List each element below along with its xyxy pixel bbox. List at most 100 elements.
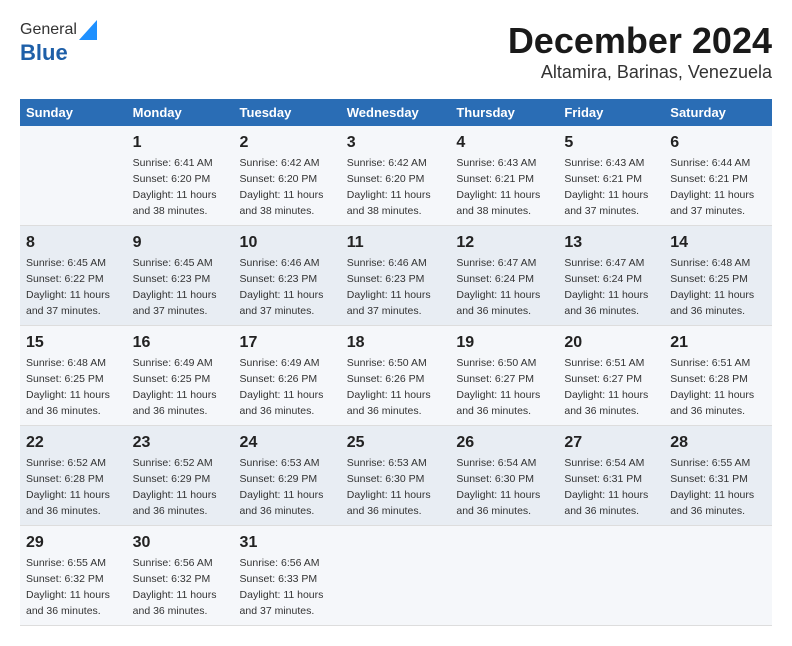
day-number: 17: [240, 331, 335, 354]
calendar-day-cell: 12 Sunrise: 6:47 AMSunset: 6:24 PMDayligh…: [450, 225, 558, 325]
calendar-day-cell: 3 Sunrise: 6:42 AMSunset: 6:20 PMDaylight…: [341, 126, 451, 225]
day-info: Sunrise: 6:49 AMSunset: 6:26 PMDaylight:…: [240, 357, 324, 417]
day-number: 13: [564, 231, 658, 254]
calendar-week-row: 8Sunrise: 6:45 AMSunset: 6:22 PMDaylight…: [20, 225, 772, 325]
day-info: Sunrise: 6:41 AMSunset: 6:20 PMDaylight:…: [133, 157, 217, 217]
header-friday: Friday: [558, 99, 664, 126]
day-info: Sunrise: 6:54 AMSunset: 6:31 PMDaylight:…: [564, 457, 648, 517]
day-info: Sunrise: 6:45 AMSunset: 6:22 PMDaylight:…: [26, 257, 110, 317]
day-info: Sunrise: 6:46 AMSunset: 6:23 PMDaylight:…: [240, 257, 324, 317]
day-number: 3: [347, 131, 445, 154]
day-info: Sunrise: 6:42 AMSunset: 6:20 PMDaylight:…: [347, 157, 431, 217]
calendar-header-row: Sunday Monday Tuesday Wednesday Thursday…: [20, 99, 772, 126]
calendar-day-cell: 4 Sunrise: 6:43 AMSunset: 6:21 PMDaylight…: [450, 126, 558, 225]
day-number: 28: [670, 431, 766, 454]
calendar-day-cell: 9 Sunrise: 6:45 AMSunset: 6:23 PMDaylight…: [127, 225, 234, 325]
calendar-day-cell: 23 Sunrise: 6:52 AMSunset: 6:29 PMDayligh…: [127, 425, 234, 525]
day-number: 5: [564, 131, 658, 154]
calendar-week-row: 15Sunrise: 6:48 AMSunset: 6:25 PMDayligh…: [20, 325, 772, 425]
day-number: 25: [347, 431, 445, 454]
day-info: Sunrise: 6:43 AMSunset: 6:21 PMDaylight:…: [564, 157, 648, 217]
calendar-day-cell: [558, 525, 664, 625]
day-number: 31: [240, 531, 335, 554]
calendar-day-cell: 14 Sunrise: 6:48 AMSunset: 6:25 PMDayligh…: [664, 225, 772, 325]
calendar-day-cell: 15Sunrise: 6:48 AMSunset: 6:25 PMDayligh…: [20, 325, 127, 425]
calendar-table: Sunday Monday Tuesday Wednesday Thursday…: [20, 99, 772, 626]
calendar-day-cell: 25Sunrise: 6:53 AMSunset: 6:30 PMDayligh…: [341, 425, 451, 525]
calendar-week-row: 29Sunrise: 6:55 AMSunset: 6:32 PMDayligh…: [20, 525, 772, 625]
calendar-day-cell: 20 Sunrise: 6:51 AMSunset: 6:27 PMDayligh…: [558, 325, 664, 425]
title-block: December 2024 Altamira, Barinas, Venezue…: [508, 20, 772, 83]
day-number: 27: [564, 431, 658, 454]
day-info: Sunrise: 6:55 AMSunset: 6:31 PMDaylight:…: [670, 457, 754, 517]
day-number: 20: [564, 331, 658, 354]
calendar-day-cell: 17 Sunrise: 6:49 AMSunset: 6:26 PMDayligh…: [234, 325, 341, 425]
day-info: Sunrise: 6:56 AMSunset: 6:33 PMDaylight:…: [240, 557, 324, 617]
calendar-day-cell: 31 Sunrise: 6:56 AMSunset: 6:33 PMDayligh…: [234, 525, 341, 625]
day-number: 23: [133, 431, 228, 454]
day-info: Sunrise: 6:55 AMSunset: 6:32 PMDaylight:…: [26, 557, 110, 617]
day-info: Sunrise: 6:47 AMSunset: 6:24 PMDaylight:…: [564, 257, 648, 317]
calendar-day-cell: 26Sunrise: 6:54 AMSunset: 6:30 PMDayligh…: [450, 425, 558, 525]
day-info: Sunrise: 6:54 AMSunset: 6:30 PMDaylight:…: [456, 457, 540, 517]
day-info: Sunrise: 6:50 AMSunset: 6:26 PMDaylight:…: [347, 357, 431, 417]
day-info: Sunrise: 6:42 AMSunset: 6:20 PMDaylight:…: [240, 157, 324, 217]
calendar-day-cell: 13 Sunrise: 6:47 AMSunset: 6:24 PMDayligh…: [558, 225, 664, 325]
day-info: Sunrise: 6:49 AMSunset: 6:25 PMDaylight:…: [133, 357, 217, 417]
header-sunday: Sunday: [20, 99, 127, 126]
day-number: 10: [240, 231, 335, 254]
day-number: 11: [347, 231, 445, 254]
header-thursday: Thursday: [450, 99, 558, 126]
calendar-day-cell: 11 Sunrise: 6:46 AMSunset: 6:23 PMDayligh…: [341, 225, 451, 325]
calendar-day-cell: 24 Sunrise: 6:53 AMSunset: 6:29 PMDayligh…: [234, 425, 341, 525]
day-number: 14: [670, 231, 766, 254]
calendar-day-cell: 5 Sunrise: 6:43 AMSunset: 6:21 PMDaylight…: [558, 126, 664, 225]
day-number: 6: [670, 131, 766, 154]
calendar-week-row: 22Sunrise: 6:52 AMSunset: 6:28 PMDayligh…: [20, 425, 772, 525]
day-info: Sunrise: 6:50 AMSunset: 6:27 PMDaylight:…: [456, 357, 540, 417]
day-number: 12: [456, 231, 552, 254]
calendar-day-cell: [20, 126, 127, 225]
logo-triangle-icon: [79, 20, 97, 40]
day-info: Sunrise: 6:52 AMSunset: 6:29 PMDaylight:…: [133, 457, 217, 517]
logo-blue-text: Blue: [20, 40, 68, 66]
calendar-day-cell: 6Sunrise: 6:44 AMSunset: 6:21 PMDaylight…: [664, 126, 772, 225]
day-info: Sunrise: 6:53 AMSunset: 6:29 PMDaylight:…: [240, 457, 324, 517]
day-info: Sunrise: 6:48 AMSunset: 6:25 PMDaylight:…: [670, 257, 754, 317]
calendar-day-cell: 21Sunrise: 6:51 AMSunset: 6:28 PMDayligh…: [664, 325, 772, 425]
day-number: 1: [133, 131, 228, 154]
calendar-day-cell: 19 Sunrise: 6:50 AMSunset: 6:27 PMDayligh…: [450, 325, 558, 425]
day-number: 9: [133, 231, 228, 254]
calendar-day-cell: 30 Sunrise: 6:56 AMSunset: 6:32 PMDayligh…: [127, 525, 234, 625]
day-number: 19: [456, 331, 552, 354]
day-info: Sunrise: 6:51 AMSunset: 6:28 PMDaylight:…: [670, 357, 754, 417]
header-tuesday: Tuesday: [234, 99, 341, 126]
calendar-day-cell: [450, 525, 558, 625]
header-wednesday: Wednesday: [341, 99, 451, 126]
calendar-day-cell: [341, 525, 451, 625]
day-info: Sunrise: 6:46 AMSunset: 6:23 PMDaylight:…: [347, 257, 431, 317]
calendar-week-row: 1 Sunrise: 6:41 AMSunset: 6:20 PMDaylight…: [20, 126, 772, 225]
day-info: Sunrise: 6:56 AMSunset: 6:32 PMDaylight:…: [133, 557, 217, 617]
logo: General Blue: [20, 20, 99, 66]
day-number: 4: [456, 131, 552, 154]
calendar-day-cell: 8Sunrise: 6:45 AMSunset: 6:22 PMDaylight…: [20, 225, 127, 325]
day-info: Sunrise: 6:48 AMSunset: 6:25 PMDaylight:…: [26, 357, 110, 417]
calendar-day-cell: 1 Sunrise: 6:41 AMSunset: 6:20 PMDaylight…: [127, 126, 234, 225]
day-number: 30: [133, 531, 228, 554]
day-info: Sunrise: 6:43 AMSunset: 6:21 PMDaylight:…: [456, 157, 540, 217]
day-info: Sunrise: 6:47 AMSunset: 6:24 PMDaylight:…: [456, 257, 540, 317]
day-info: Sunrise: 6:51 AMSunset: 6:27 PMDaylight:…: [564, 357, 648, 417]
calendar-day-cell: 2 Sunrise: 6:42 AMSunset: 6:20 PMDaylight…: [234, 126, 341, 225]
logo-general-text: General: [20, 21, 77, 39]
day-info: Sunrise: 6:45 AMSunset: 6:23 PMDaylight:…: [133, 257, 217, 317]
page-header: General Blue December 2024 Altamira, Bar…: [20, 20, 772, 83]
day-number: 16: [133, 331, 228, 354]
day-number: 18: [347, 331, 445, 354]
day-number: 2: [240, 131, 335, 154]
calendar-day-cell: 29Sunrise: 6:55 AMSunset: 6:32 PMDayligh…: [20, 525, 127, 625]
day-number: 24: [240, 431, 335, 454]
calendar-day-cell: [664, 525, 772, 625]
calendar-day-cell: 28 Sunrise: 6:55 AMSunset: 6:31 PMDayligh…: [664, 425, 772, 525]
calendar-day-cell: 27 Sunrise: 6:54 AMSunset: 6:31 PMDayligh…: [558, 425, 664, 525]
